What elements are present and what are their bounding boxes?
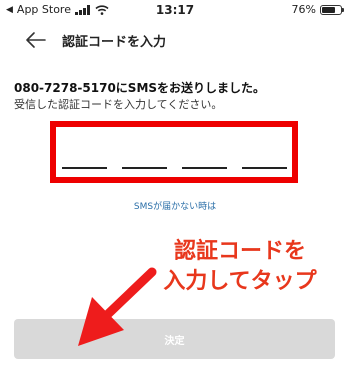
sms-not-received-link[interactable]: SMSが届かない時は xyxy=(0,199,350,212)
battery-icon xyxy=(320,4,344,15)
submit-button[interactable]: 決定 xyxy=(14,319,335,359)
page-title: 認証コードを入力 xyxy=(62,35,167,50)
annotation-highlight-box xyxy=(50,121,298,183)
annotation-line-1: 認証コードを xyxy=(173,239,306,264)
sms-sent-message: 080-7278-5170にSMSをお送りしました。 xyxy=(14,81,266,95)
back-arrow-icon[interactable] xyxy=(24,28,48,52)
status-battery-group: 76% xyxy=(291,3,344,16)
code-input-slot-1[interactable] xyxy=(62,167,107,169)
battery-percent: 76% xyxy=(291,3,316,16)
annotation-callout: 認証コードを 入力してタップ xyxy=(140,237,340,297)
battery-fill xyxy=(322,6,335,13)
instruction-text: 受信した認証コードを入力してください。 xyxy=(14,98,223,111)
code-input-slot-4[interactable] xyxy=(242,167,287,169)
code-input-slot-3[interactable] xyxy=(182,167,227,169)
status-bar: ◀ App Store 13:17 76% xyxy=(0,0,350,22)
code-input-slot-2[interactable] xyxy=(122,167,167,169)
annotation-line-2: 入力してタップ xyxy=(163,269,317,294)
